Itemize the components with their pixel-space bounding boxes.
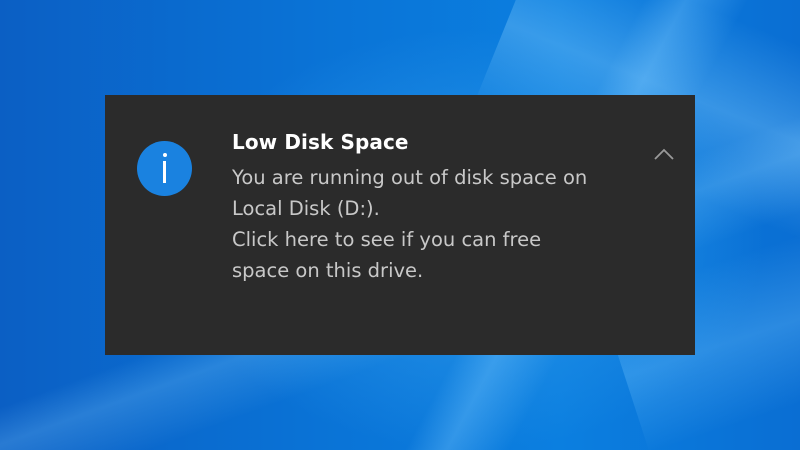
info-icon	[137, 141, 192, 196]
chevron-up-icon	[654, 148, 674, 160]
info-icon-dot	[162, 153, 167, 157]
info-icon-stem	[163, 161, 166, 183]
notification-message-line: Local Disk (D:).	[232, 197, 380, 220]
notification-title: Low Disk Space	[232, 130, 409, 154]
notification-action-line[interactable]: space on this drive.	[232, 255, 652, 286]
low-disk-space-notification[interactable]: Low Disk Space You are running out of di…	[105, 95, 695, 355]
notification-action-line[interactable]: Click here to see if you can free	[232, 224, 652, 255]
notification-body[interactable]: You are running out of disk space on Loc…	[232, 162, 652, 286]
notification-message-line: You are running out of disk space on	[232, 166, 588, 189]
collapse-button[interactable]	[650, 143, 678, 165]
